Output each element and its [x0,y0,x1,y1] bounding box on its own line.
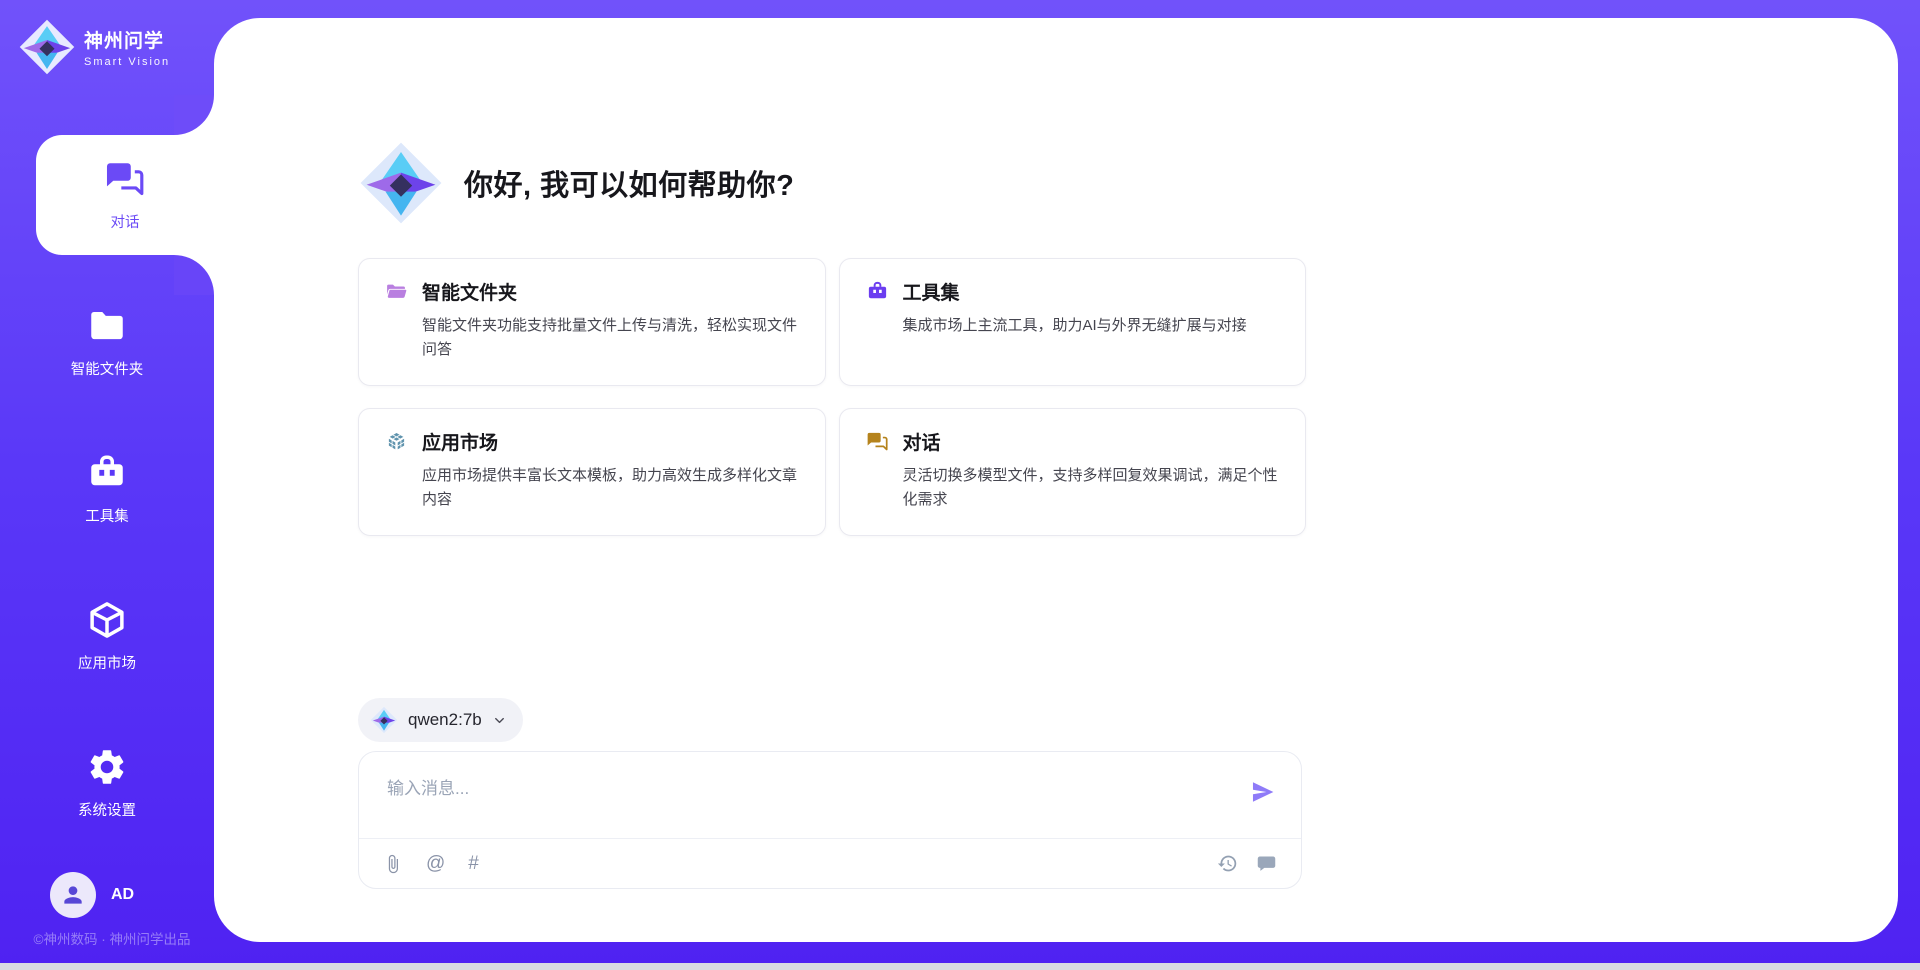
brand-logo: 神州问学 Smart Vision [18,18,170,76]
model-name: qwen2:7b [408,710,482,730]
card-chat[interactable]: 对话 灵活切换多模型文件，支持多样回复效果调试，满足个性化需求 [839,408,1307,536]
card-description: 智能文件夹功能支持批量文件上传与清洗，轻松实现文件问答 [422,314,799,363]
sidebar-item-chat[interactable]: 对话 [36,135,214,255]
hash-icon[interactable]: # [468,854,479,873]
paperclip-icon[interactable] [383,854,403,874]
window-bottom-edge [0,963,1920,970]
message-input-card: @ # [358,751,1302,889]
greeting-title: 你好, 我可以如何帮助你? [464,162,794,204]
history-icon[interactable] [1217,853,1238,874]
sidebar-item-label: 智能文件夹 [71,358,144,379]
app-window: 神州问学 Smart Vision 对话 智能文件夹 [0,0,1920,970]
card-title: 应用市场 [422,428,498,455]
sidebar-item-label: 工具集 [85,505,129,526]
chat-bubbles-icon [866,430,889,453]
sidebar-item-label: 系统设置 [78,799,136,820]
card-description: 灵活切换多模型文件，支持多样回复效果调试，满足个性化需求 [903,464,1280,513]
diamond-logo-icon [18,18,76,76]
at-icon[interactable]: @ [426,854,445,873]
sidebar-item-label: 对话 [111,211,140,232]
card-smart-folder[interactable]: 智能文件夹 智能文件夹功能支持批量文件上传与清洗，轻松实现文件问答 [358,258,826,386]
toolbox-icon [866,280,889,303]
brand-subtitle: Smart Vision [84,56,170,68]
person-icon [60,882,86,908]
send-button[interactable] [1249,778,1277,806]
avatar [50,872,96,918]
user-name: AD [111,886,134,904]
diamond-logo-icon [370,706,398,734]
cube-grid-icon [385,430,408,453]
sidebar-item-smart-folder[interactable]: 智能文件夹 [0,282,214,402]
sidebar-item-app-market[interactable]: 应用市场 [0,576,214,696]
toolbox-icon [86,452,128,494]
sidebar-item-toolset[interactable]: 工具集 [0,429,214,549]
sidebar: 神州问学 Smart Vision 对话 智能文件夹 [0,0,214,970]
sidebar-item-label: 应用市场 [78,652,136,673]
user-profile[interactable]: AD [50,872,134,918]
message-input[interactable] [359,752,1219,832]
sidebar-item-settings[interactable]: 系统设置 [0,723,214,843]
chat-bubbles-icon [104,158,146,200]
card-title: 智能文件夹 [422,278,517,305]
copyright-text: ©神州数码 · 神州问学出品 [14,928,210,948]
feature-cards: 智能文件夹 智能文件夹功能支持批量文件上传与清洗，轻松实现文件问答 工具集 集成… [358,258,1306,536]
chevron-down-icon [492,713,507,728]
greeting: 你好, 我可以如何帮助你? [358,140,794,226]
send-icon [1249,778,1277,806]
chat-bubble-icon[interactable] [1256,853,1277,874]
card-app-market[interactable]: 应用市场 应用市场提供丰富长文本模板，助力高效生成多样化文章内容 [358,408,826,536]
folder-open-icon [385,280,408,303]
gear-icon [86,746,128,788]
brand-title: 神州问学 [84,26,170,53]
card-title: 对话 [903,428,941,455]
folder-icon [86,305,128,347]
input-toolbar: @ # [359,839,1301,888]
model-selector[interactable]: qwen2:7b [358,698,523,742]
diamond-logo-icon [358,140,444,226]
active-tab-curve-top [174,95,214,135]
card-description: 集成市场上主流工具，助力AI与外界无缝扩展与对接 [903,314,1280,338]
cube-icon [86,599,128,641]
card-title: 工具集 [903,278,960,305]
card-description: 应用市场提供丰富长文本模板，助力高效生成多样化文章内容 [422,464,799,513]
card-toolset[interactable]: 工具集 集成市场上主流工具，助力AI与外界无缝扩展与对接 [839,258,1307,386]
